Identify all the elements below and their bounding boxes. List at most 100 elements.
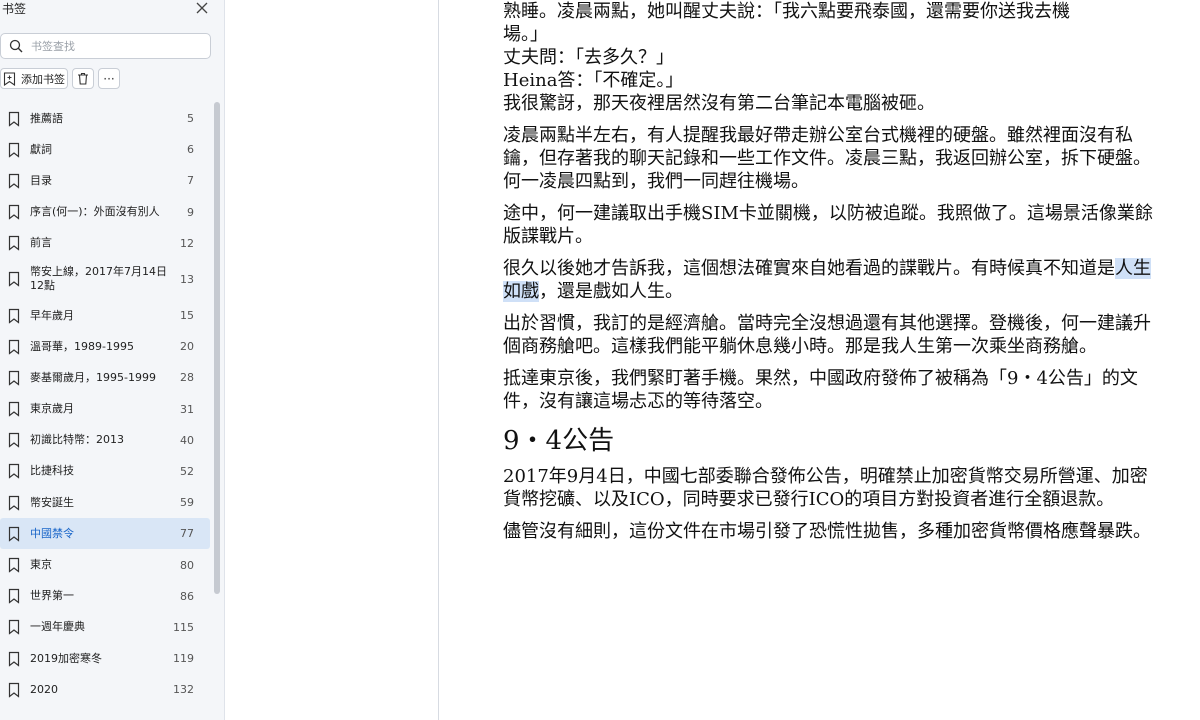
bookmark-icon	[8, 308, 20, 324]
bookmark-icon	[8, 589, 20, 604]
bookmark-item[interactable]: 幣安上線，2017年7月14日12點 13	[0, 259, 210, 300]
paragraph: 很久以後她才告訴我，這個想法確實來自她看過的諜戰片。有時候真不知道是人生如戲，還…	[503, 257, 1153, 303]
bookmark-page-number: 132	[173, 683, 194, 697]
bookmark-label: 2020	[30, 682, 58, 696]
section-heading: 9・4公告	[503, 426, 615, 456]
bookmark-page-number: 115	[173, 620, 194, 634]
bookmark-panel: 书签 添加书签 ··· 推薦語5 獻詞6 目录7 序言(何	[0, 0, 225, 720]
bookmark-item[interactable]: 早年歲月 15	[0, 300, 210, 331]
add-bookmark-button[interactable]: 添加书签	[0, 68, 68, 89]
paragraph: 出於習慣，我訂的是經濟艙。當時完全沒想過還有其他選擇。登機後，何一建議升個商務艙…	[503, 313, 1151, 357]
bookmark-icon	[8, 495, 20, 511]
page-gutter	[225, 0, 439, 720]
bookmark-icon	[8, 236, 20, 251]
bookmark-page-number: 7	[187, 174, 194, 188]
paragraph: 熟睡。凌晨兩點，她叫醒丈夫說：「我六點要飛泰國，還需要你送我去機	[503, 1, 1070, 22]
paragraph: 場。」	[503, 24, 548, 45]
bookmark-icon	[8, 370, 20, 386]
bookmark-item[interactable]: 獻詞 6	[0, 134, 210, 165]
paragraph-text: 很久以後她才告訴我，這個想法確實來自她看過的諜戰片。有時候真不知道是	[503, 258, 1115, 279]
bookmark-item[interactable]: 幣安誕生 59	[0, 487, 210, 518]
bookmark-page-number: 80	[180, 558, 194, 572]
paragraph: 丈夫問：「去多久？」	[503, 47, 674, 68]
bookmark-icon	[8, 205, 20, 220]
bookmark-page-number: 13	[180, 272, 194, 286]
bookmark-page-number: 6	[187, 143, 194, 157]
bookmark-list: 推薦語 5 獻詞 6 目录 7 序言(何一)：外面沒有別人 9 前言 12 幣安上線，20…	[0, 103, 210, 705]
bookmark-icon	[8, 142, 20, 158]
bookmark-icon	[8, 173, 20, 189]
bookmark-icon	[8, 557, 20, 573]
paragraph: 抵達東京後，我們緊盯著手機。果然，中國政府發佈了被稱為「9・4公告」的文件，沒有…	[503, 368, 1138, 412]
bookmark-item[interactable]: 初識比特幣：2013 40	[0, 425, 210, 456]
bookmark-search-input[interactable]	[31, 37, 201, 55]
delete-bookmark-button[interactable]	[72, 68, 94, 89]
bookmark-page-number: 77	[180, 527, 194, 541]
paragraph: 凌晨兩點半左右，有人提醒我最好帶走辦公室台式機裡的硬盤。雖然裡面沒有私鑰，但存著…	[503, 125, 1151, 192]
bookmark-item[interactable]: 推薦語 5	[0, 103, 210, 134]
bookmark-label: 世界第一	[30, 589, 74, 603]
bookmark-icon	[8, 682, 20, 698]
bookmark-label: 東京	[30, 558, 52, 572]
bookmark-icon	[8, 620, 20, 635]
bookmark-item[interactable]: 一週年慶典 115	[0, 612, 210, 643]
bookmark-icon	[8, 651, 20, 667]
bookmark-label: 幣安上線，2017年7月14日12點	[30, 265, 167, 293]
bookmark-item[interactable]: 麥基爾歲月，1995-1999 28	[0, 362, 210, 393]
bookmark-search-box[interactable]	[0, 33, 211, 59]
bookmark-label: 一週年慶典	[30, 620, 85, 634]
bookmark-icon	[8, 339, 20, 355]
bookmark-page-number: 59	[180, 496, 194, 510]
add-bookmark-icon	[3, 71, 16, 86]
bookmark-label: 初識比特幣：2013	[30, 433, 124, 447]
bookmark-page-number: 31	[180, 402, 194, 416]
bookmark-page-number: 15	[180, 309, 194, 323]
bookmark-label: 溫哥華，1989-1995	[30, 339, 134, 353]
panel-title: 书签	[2, 2, 27, 16]
bookmark-item-selected[interactable]: 中國禁令 77	[0, 518, 210, 550]
bookmark-icon	[8, 401, 20, 417]
bookmark-page-number: 40	[180, 433, 194, 447]
bookmark-item[interactable]: 世界第一 86	[0, 581, 210, 612]
add-bookmark-label: 添加书签	[21, 72, 65, 86]
bookmark-item[interactable]: 東京歲月 31	[0, 394, 210, 425]
bookmark-label: 幣安誕生	[30, 495, 74, 509]
bookmark-item[interactable]: 序言(何一)：外面沒有別人 9	[0, 197, 210, 228]
more-options-button[interactable]: ···	[98, 68, 120, 89]
bookmark-item[interactable]: 東京 80	[0, 549, 210, 580]
bookmark-page-number: 86	[180, 589, 194, 603]
bookmark-page-number: 119	[173, 652, 194, 666]
bookmark-icon	[8, 464, 20, 479]
search-icon	[9, 39, 23, 53]
trash-icon	[78, 72, 88, 85]
bookmark-label: 東京歲月	[30, 402, 74, 416]
bookmark-page-number: 20	[180, 340, 194, 354]
paragraph: 途中，何一建議取出手機SIM卡並關機，以防被追蹤。我照做了。這場景活像業餘版諜戰…	[503, 203, 1153, 247]
paragraph: 我很驚訝，那天夜裡居然沒有第二台筆記本電腦被砸。	[503, 93, 935, 114]
bookmark-page-number: 12	[180, 236, 194, 250]
bookmark-label: 中國禁令	[30, 526, 74, 540]
bookmark-label: 前言	[30, 236, 52, 250]
document-page: 熟睡。凌晨兩點，她叫醒丈夫說：「我六點要飛泰國，還需要你送我去機 場。」 丈夫問…	[503, 0, 1153, 543]
paragraph: 2017年9月4日，中國七部委聯合發佈公告，明確禁止加密貨幣交易所營運、加密貨幣…	[503, 466, 1148, 510]
bookmark-label: 比捷科技	[30, 464, 74, 478]
paragraph: Heina答：「不確定。」	[503, 70, 684, 91]
bookmark-list-scrollbar[interactable]	[214, 102, 220, 594]
bookmark-page-number: 52	[180, 464, 194, 478]
bookmark-label: 早年歲月	[30, 308, 74, 322]
bookmark-item[interactable]: 溫哥華，1989-1995 20	[0, 331, 210, 362]
bookmark-item[interactable]: 2020 132	[0, 674, 210, 705]
bookmark-icon	[8, 433, 20, 448]
bookmark-label: 獻詞	[30, 142, 52, 156]
bookmark-label: 序言(何一)：外面沒有別人	[30, 205, 160, 219]
bookmark-label: 目录	[30, 173, 52, 187]
bookmark-item[interactable]: 前言 12	[0, 228, 210, 259]
bookmark-page-number: 9	[187, 205, 194, 219]
bookmark-item[interactable]: 目录 7	[0, 165, 210, 196]
bookmark-item[interactable]: 比捷科技 52	[0, 456, 210, 487]
bookmark-icon	[8, 526, 20, 542]
close-icon	[196, 2, 208, 14]
bookmark-label: 麥基爾歲月，1995-1999	[30, 370, 156, 384]
bookmark-item[interactable]: 2019加密寒冬 119	[0, 643, 210, 674]
close-button[interactable]	[194, 0, 210, 16]
